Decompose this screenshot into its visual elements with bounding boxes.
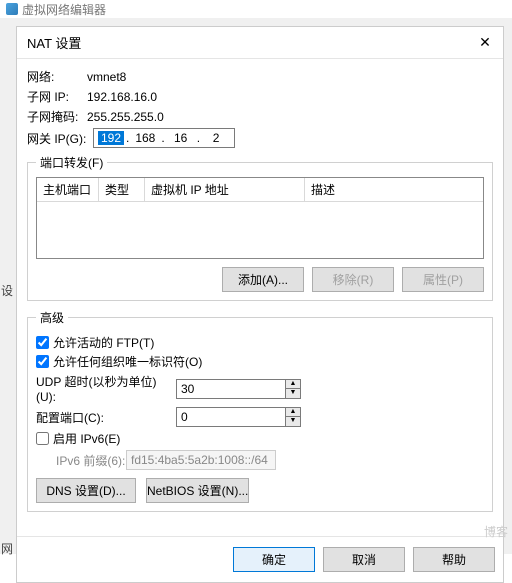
ipv6-checkbox[interactable] [36,432,49,445]
port-forward-table[interactable]: 主机端口 类型 虚拟机 IP 地址 描述 [36,177,484,259]
spinner-down-icon[interactable]: ▼ [286,389,300,398]
mask-value: 255.255.255.0 [87,110,164,124]
config-port-spinner[interactable]: ▲▼ [176,407,301,427]
dialog-titlebar: NAT 设置 ✕ [17,27,503,59]
netbios-settings-button[interactable]: NetBIOS 设置(N)... [146,478,249,503]
close-icon[interactable]: ✕ [477,35,493,51]
col-hostport[interactable]: 主机端口 [37,178,99,202]
gateway-octet-1[interactable]: 192 [98,131,124,145]
advanced-group: 高级 允许活动的 FTP(T) 允许任何组织唯一标识符(O) UDP 超时(以秒… [27,309,493,512]
add-button[interactable]: 添加(A)... [222,267,304,292]
spinner-up-icon[interactable]: ▲ [286,408,300,417]
subnet-label: 子网 IP: [27,88,87,105]
subnet-value: 192.168.16.0 [87,90,157,104]
dns-settings-button[interactable]: DNS 设置(D)... [36,478,136,503]
background-panel: NAT 设置 ✕ 网络:vmnet8 子网 IP:192.168.16.0 子网… [0,18,512,554]
ipv6-label: 启用 IPv6(E) [53,430,120,447]
app-titlebar: 虚拟网络编辑器 [0,0,512,18]
outer-text-bottom: 网 [1,540,13,557]
app-title-text: 虚拟网络编辑器 [22,1,106,18]
ftp-checkbox-row[interactable]: 允许活动的 FTP(T) [36,334,484,351]
ftp-checkbox[interactable] [36,336,49,349]
udp-timeout-spinner[interactable]: ▲▼ [176,379,301,399]
oui-checkbox[interactable] [36,355,49,368]
udp-timeout-label: UDP 超时(以秒为单位)(U): [36,373,176,404]
table-body[interactable] [37,202,483,258]
ipv6-prefix-label: IPv6 前缀(6): [36,452,126,469]
col-type[interactable]: 类型 [99,178,145,202]
gateway-octet-2[interactable] [131,131,159,145]
network-value: vmnet8 [87,70,126,84]
help-button[interactable]: 帮助 [413,547,495,572]
gateway-octet-4[interactable] [202,131,230,145]
app-icon [6,3,18,15]
gateway-ip-input[interactable]: 192. . . [93,128,235,148]
gateway-octet-3[interactable] [167,131,195,145]
table-header: 主机端口 类型 虚拟机 IP 地址 描述 [37,178,483,202]
spinner-down-icon[interactable]: ▼ [286,417,300,426]
config-port-label: 配置端口(C): [36,409,176,426]
properties-button: 属性(P) [402,267,484,292]
oui-checkbox-row[interactable]: 允许任何组织唯一标识符(O) [36,353,484,370]
port-forward-group: 端口转发(F) 主机端口 类型 虚拟机 IP 地址 描述 添加(A)... 移除… [27,154,493,301]
network-label: 网络: [27,68,87,85]
ok-button[interactable]: 确定 [233,547,315,572]
port-forward-legend: 端口转发(F) [36,154,107,171]
config-port-input[interactable] [176,407,286,427]
outer-text-left: 设 [1,282,13,299]
advanced-legend: 高级 [36,309,68,326]
spinner-up-icon[interactable]: ▲ [286,380,300,389]
ftp-label: 允许活动的 FTP(T) [53,334,154,351]
mask-label: 子网掩码: [27,108,87,125]
gateway-label: 网关 IP(G): [27,130,93,147]
col-desc[interactable]: 描述 [305,178,483,202]
oui-label: 允许任何组织唯一标识符(O) [53,353,202,370]
dialog-title: NAT 设置 [27,33,81,52]
ipv6-checkbox-row[interactable]: 启用 IPv6(E) [36,430,484,447]
cancel-button[interactable]: 取消 [323,547,405,572]
dialog-footer: 确定 取消 帮助 [17,536,503,582]
col-vm-ip[interactable]: 虚拟机 IP 地址 [145,178,305,202]
ipv6-prefix-input [126,450,276,470]
nat-dialog: NAT 设置 ✕ 网络:vmnet8 子网 IP:192.168.16.0 子网… [16,26,504,583]
remove-button: 移除(R) [312,267,394,292]
udp-timeout-input[interactable] [176,379,286,399]
